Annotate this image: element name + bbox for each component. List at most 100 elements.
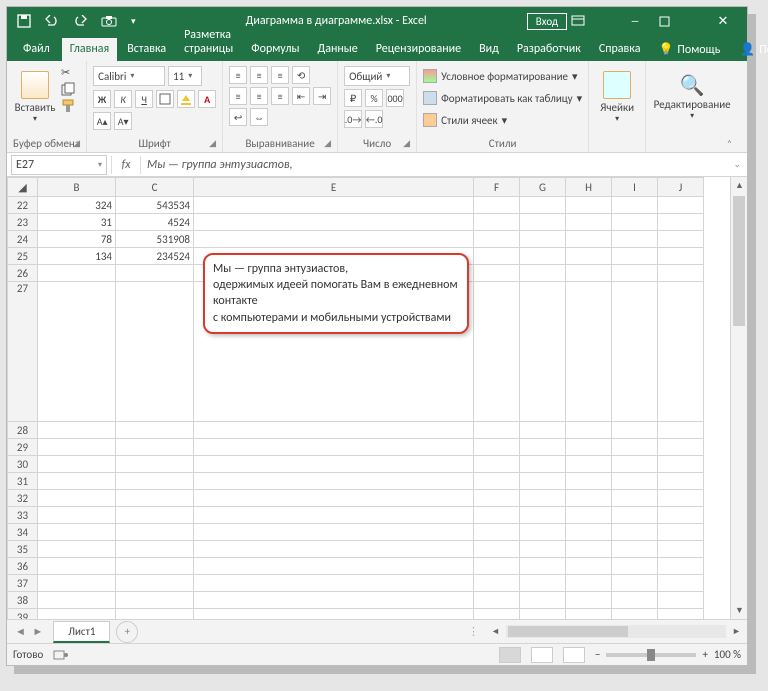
cell[interactable] bbox=[38, 439, 116, 456]
cell[interactable] bbox=[116, 609, 194, 620]
align-middle-icon[interactable]: ≡ bbox=[250, 66, 268, 84]
align-left-icon[interactable]: ≡ bbox=[229, 87, 247, 105]
cell[interactable] bbox=[658, 231, 704, 248]
comma-icon[interactable]: 000 bbox=[386, 89, 404, 107]
cell[interactable] bbox=[38, 490, 116, 507]
cell[interactable] bbox=[38, 558, 116, 575]
cell[interactable]: 134 bbox=[38, 248, 116, 265]
cell[interactable] bbox=[520, 439, 566, 456]
cell[interactable]: 4524 bbox=[116, 214, 194, 231]
cell[interactable] bbox=[116, 490, 194, 507]
cell[interactable] bbox=[520, 456, 566, 473]
cell[interactable] bbox=[566, 507, 612, 524]
cell[interactable] bbox=[474, 558, 520, 575]
cell[interactable] bbox=[612, 592, 658, 609]
cell[interactable] bbox=[474, 282, 520, 422]
bold-button[interactable]: Ж bbox=[93, 90, 111, 108]
col-header[interactable]: I bbox=[612, 178, 658, 197]
row-header[interactable]: 26 bbox=[8, 265, 38, 282]
select-all-corner[interactable]: ◢ bbox=[8, 178, 38, 197]
cell[interactable] bbox=[612, 473, 658, 490]
cell[interactable] bbox=[566, 473, 612, 490]
cell[interactable] bbox=[566, 490, 612, 507]
cell[interactable] bbox=[194, 456, 474, 473]
row-header[interactable]: 37 bbox=[8, 575, 38, 592]
cells-button[interactable]: Ячейки▾ bbox=[595, 64, 639, 130]
scroll-up-icon[interactable]: ▲ bbox=[731, 177, 747, 194]
cell[interactable] bbox=[612, 282, 658, 422]
sheet-nav[interactable]: ◄ ► bbox=[7, 625, 53, 638]
cell[interactable] bbox=[612, 197, 658, 214]
cell[interactable] bbox=[194, 507, 474, 524]
zoom-level[interactable]: 100 % bbox=[714, 648, 741, 661]
cell[interactable] bbox=[116, 473, 194, 490]
cell[interactable] bbox=[658, 541, 704, 558]
collapse-ribbon-icon[interactable]: ˄ bbox=[727, 137, 732, 150]
increase-decimal-icon[interactable]: .0→ bbox=[344, 110, 362, 128]
cell[interactable] bbox=[38, 609, 116, 620]
cell[interactable] bbox=[116, 282, 194, 422]
cell[interactable] bbox=[116, 507, 194, 524]
cell[interactable]: 78 bbox=[38, 231, 116, 248]
cell[interactable] bbox=[566, 524, 612, 541]
cell[interactable] bbox=[520, 248, 566, 265]
cell[interactable] bbox=[520, 541, 566, 558]
cell[interactable] bbox=[658, 609, 704, 620]
cell[interactable] bbox=[474, 592, 520, 609]
cell[interactable] bbox=[520, 282, 566, 422]
cell-styles-button[interactable]: Стили ячеек ▾ bbox=[423, 110, 582, 130]
cell[interactable]: 324 bbox=[38, 197, 116, 214]
cell[interactable] bbox=[116, 422, 194, 439]
cell[interactable] bbox=[658, 456, 704, 473]
fx-icon[interactable]: fx bbox=[112, 158, 140, 172]
cell[interactable] bbox=[116, 456, 194, 473]
cell[interactable] bbox=[520, 558, 566, 575]
cell[interactable] bbox=[658, 473, 704, 490]
tab-formulas[interactable]: Формулы bbox=[243, 38, 307, 61]
cell[interactable]: 531908 bbox=[116, 231, 194, 248]
row-header[interactable]: 34 bbox=[8, 524, 38, 541]
page-break-view-icon[interactable] bbox=[563, 647, 585, 663]
cell[interactable] bbox=[474, 231, 520, 248]
col-header[interactable]: J bbox=[658, 178, 704, 197]
zoom-in-button[interactable]: + bbox=[702, 648, 707, 661]
close-icon[interactable]: ✕ bbox=[703, 14, 743, 29]
row-header[interactable]: 28 bbox=[8, 422, 38, 439]
new-sheet-button[interactable]: + bbox=[116, 621, 138, 643]
col-header[interactable]: G bbox=[520, 178, 566, 197]
cell[interactable] bbox=[38, 507, 116, 524]
cell[interactable] bbox=[116, 592, 194, 609]
cell[interactable] bbox=[566, 609, 612, 620]
cell[interactable] bbox=[474, 456, 520, 473]
cell[interactable] bbox=[194, 558, 474, 575]
cell[interactable] bbox=[566, 541, 612, 558]
align-bottom-icon[interactable]: ≡ bbox=[271, 66, 289, 84]
row-header[interactable]: 38 bbox=[8, 592, 38, 609]
tab-view[interactable]: Вид bbox=[471, 38, 507, 61]
cell[interactable] bbox=[38, 422, 116, 439]
cell[interactable] bbox=[566, 248, 612, 265]
scroll-left-icon[interactable]: ◄ bbox=[487, 623, 504, 640]
cell[interactable] bbox=[658, 558, 704, 575]
cell[interactable] bbox=[520, 575, 566, 592]
cell[interactable] bbox=[612, 490, 658, 507]
cell[interactable] bbox=[194, 439, 474, 456]
name-box[interactable]: E27▾ bbox=[11, 155, 107, 175]
horizontal-scrollbar[interactable]: ⋮ ◄ ► bbox=[138, 623, 747, 640]
cell[interactable] bbox=[520, 490, 566, 507]
cell[interactable]: 31 bbox=[38, 214, 116, 231]
cell[interactable] bbox=[38, 456, 116, 473]
cell[interactable] bbox=[658, 490, 704, 507]
cell[interactable] bbox=[566, 197, 612, 214]
cell[interactable] bbox=[116, 265, 194, 282]
col-header[interactable]: E bbox=[194, 178, 474, 197]
macro-record-icon[interactable] bbox=[53, 649, 69, 661]
cell[interactable] bbox=[474, 214, 520, 231]
cell[interactable] bbox=[520, 524, 566, 541]
cell[interactable] bbox=[658, 282, 704, 422]
cut-icon[interactable]: ✂ bbox=[61, 66, 75, 79]
row-header[interactable]: 32 bbox=[8, 490, 38, 507]
scroll-right-icon[interactable]: ► bbox=[728, 623, 745, 640]
cell[interactable] bbox=[194, 214, 474, 231]
fill-color-button[interactable] bbox=[177, 90, 195, 108]
